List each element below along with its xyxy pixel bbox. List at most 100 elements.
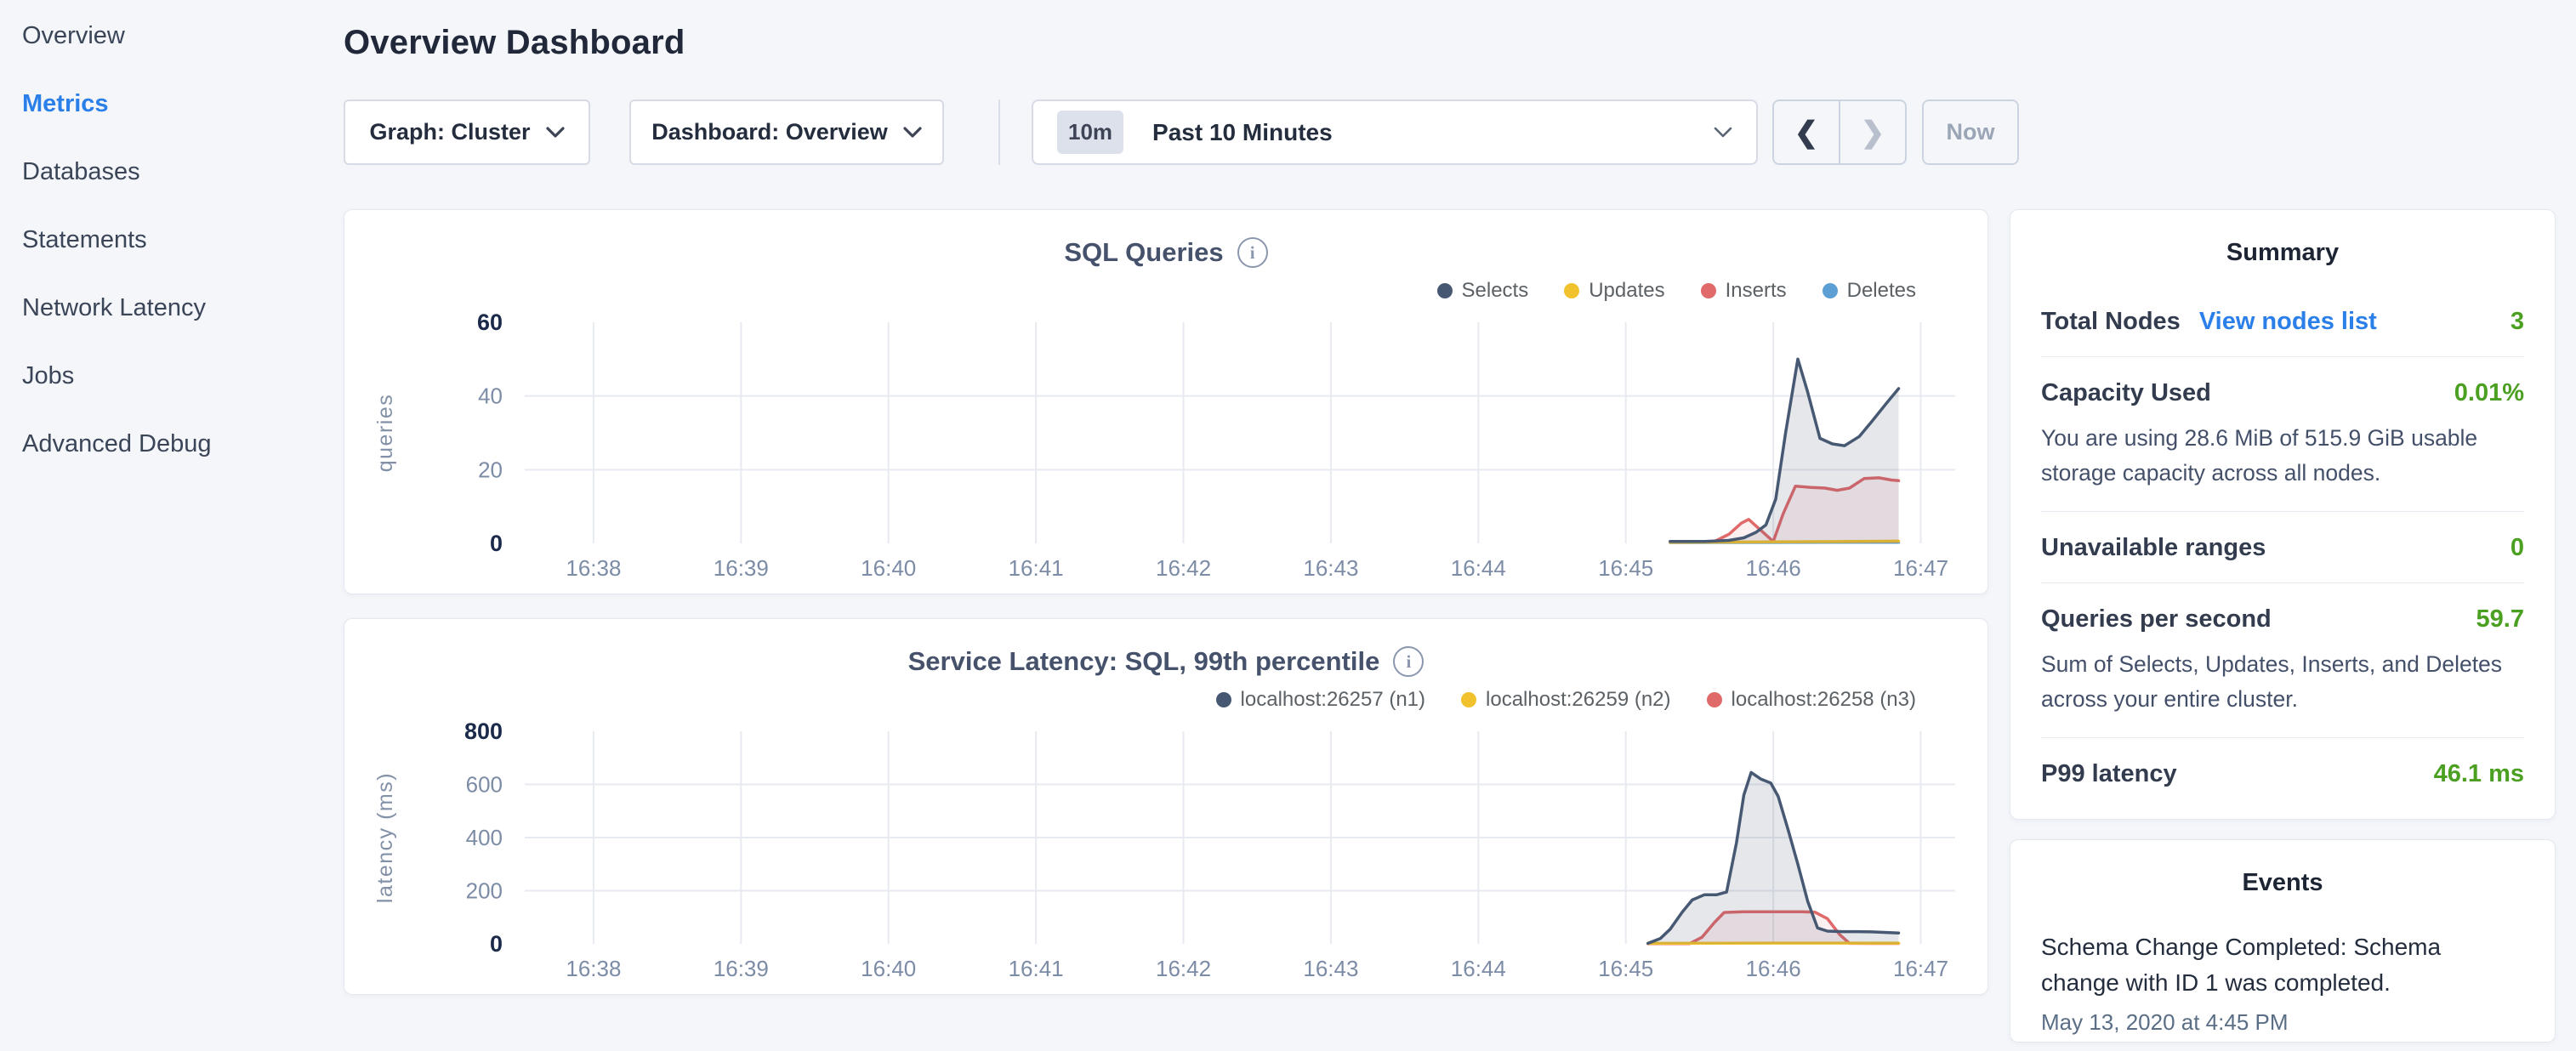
graph-dropdown[interactable]: Graph: Cluster <box>344 99 590 165</box>
summary-row-label: Capacity Used <box>2041 379 2211 407</box>
legend-label: Updates <box>1589 279 1664 303</box>
svg-text:16:42: 16:42 <box>1156 555 1211 581</box>
summary-row: Queries per second59.7Sum of Selects, Up… <box>2041 583 2524 738</box>
time-step-next-button[interactable]: ❯ <box>1840 101 1905 163</box>
svg-text:16:38: 16:38 <box>566 956 621 981</box>
time-window-badge: 10m <box>1057 111 1123 154</box>
info-icon[interactable]: i <box>1393 646 1424 677</box>
sidebar-item-databases[interactable]: Databases <box>22 138 344 206</box>
legend-dot-icon <box>1707 692 1722 707</box>
dashboard-dropdown[interactable]: Dashboard: Overview <box>629 99 944 165</box>
summary-row: Unavailable ranges0 <box>2041 512 2524 583</box>
time-step-buttons: ❮ ❯ <box>1772 99 1907 165</box>
svg-text:16:39: 16:39 <box>714 956 769 981</box>
service-latency-chart-card: Service Latency: SQL, 99th percentile i … <box>344 618 1988 995</box>
svg-text:16:46: 16:46 <box>1746 555 1801 581</box>
legend-label: Deletes <box>1847 279 1916 303</box>
events-panel: Events Schema Change Completed: Schema c… <box>2010 839 2556 1042</box>
main-content: Overview Dashboard Graph: Cluster Dashbo… <box>344 0 2576 1051</box>
chart-title: Service Latency: SQL, 99th percentile <box>908 646 1380 677</box>
summary-row: P99 latency 46.1 ms <box>2041 738 2524 809</box>
summary-row-value: 0.01% <box>2454 379 2524 407</box>
time-range-selector[interactable]: 10m Past 10 Minutes <box>1032 99 1758 165</box>
sidebar-item-metrics[interactable]: Metrics <box>22 70 344 138</box>
summary-row-value: 3 <box>2511 308 2524 336</box>
svg-text:40: 40 <box>478 383 503 409</box>
dashboard-dropdown-label: Dashboard: Overview <box>651 119 888 145</box>
legend-item[interactable]: Deletes <box>1823 279 1916 303</box>
svg-text:800: 800 <box>464 719 503 744</box>
legend-item[interactable]: localhost:26257 (n1) <box>1216 688 1425 712</box>
summary-heading: Summary <box>2041 239 2524 267</box>
view-nodes-list-link[interactable]: View nodes list <box>2199 308 2377 336</box>
svg-text:16:46: 16:46 <box>1746 956 1801 981</box>
legend-item[interactable]: localhost:26259 (n2) <box>1461 688 1670 712</box>
events-heading: Events <box>2041 869 2524 897</box>
svg-text:600: 600 <box>466 772 503 798</box>
sidebar-item-jobs[interactable]: Jobs <box>22 342 344 410</box>
svg-text:16:47: 16:47 <box>1893 555 1948 581</box>
page-title: Overview Dashboard <box>344 24 2556 62</box>
summary-row-description: You are using 28.6 MiB of 515.9 GiB usab… <box>2041 421 2524 491</box>
svg-text:400: 400 <box>466 825 503 850</box>
chart-svg: 16:3816:3916:4016:4116:4216:4316:4416:45… <box>355 309 1979 589</box>
summary-panel: Summary Total Nodes View nodes list 3 Capac… <box>2010 209 2556 820</box>
svg-text:16:38: 16:38 <box>566 555 621 581</box>
chart-title: SQL Queries <box>1064 237 1223 268</box>
event-timestamp: May 13, 2020 at 4:45 PM <box>2041 1009 2524 1036</box>
svg-text:0: 0 <box>490 531 503 556</box>
svg-text:16:40: 16:40 <box>861 555 916 581</box>
summary-row: Capacity Used 0.01% You are using 28.6 MiB… <box>2041 357 2524 512</box>
svg-text:16:44: 16:44 <box>1451 555 1506 581</box>
sidebar-item-network-latency[interactable]: Network Latency <box>22 274 344 342</box>
legend-dot-icon <box>1216 692 1231 707</box>
chevron-down-icon <box>546 127 565 139</box>
summary-row-description: Sum of Selects, Updates, Inserts, and De… <box>2041 647 2524 717</box>
sidebar-item-advanced-debug[interactable]: Advanced Debug <box>22 410 344 478</box>
legend-dot-icon <box>1564 283 1579 298</box>
events-list: Schema Change Completed: Schema change w… <box>2041 929 2524 1036</box>
legend-label: localhost:26259 (n2) <box>1486 688 1670 712</box>
svg-text:16:43: 16:43 <box>1303 555 1358 581</box>
event-text: Schema Change Completed: Schema change w… <box>2041 929 2524 1001</box>
svg-text:16:42: 16:42 <box>1156 956 1211 981</box>
legend-dot-icon <box>1823 283 1838 298</box>
time-step-prev-button[interactable]: ❮ <box>1774 101 1840 163</box>
chevron-down-icon <box>903 127 922 139</box>
legend-item[interactable]: localhost:26258 (n3) <box>1707 688 1916 712</box>
controls-row: Graph: Cluster Dashboard: Overview 10m P… <box>344 99 2556 165</box>
chart-plot[interactable]: 16:3816:3916:4016:4116:4216:4316:4416:45… <box>355 718 1977 994</box>
svg-text:200: 200 <box>466 878 503 904</box>
graph-dropdown-label: Graph: Cluster <box>369 119 530 145</box>
chevron-down-icon <box>1714 127 1732 139</box>
sql-queries-chart-card: SQL Queries i Selects Updates Inserts Delet… <box>344 209 1988 594</box>
svg-text:queries: queries <box>373 394 397 473</box>
sidebar-item-statements[interactable]: Statements <box>22 206 344 274</box>
summary-rows: Total Nodes View nodes list 3 Capacity Used… <box>2041 286 2524 809</box>
summary-row-value: 46.1 ms <box>2434 760 2524 788</box>
chart-plot[interactable]: 16:3816:3916:4016:4116:4216:4316:4416:45… <box>355 309 1977 594</box>
svg-text:16:44: 16:44 <box>1451 956 1506 981</box>
legend-label: localhost:26257 (n1) <box>1241 688 1425 712</box>
svg-text:16:47: 16:47 <box>1893 956 1948 981</box>
app-root: OverviewMetricsDatabasesStatementsNetwor… <box>0 0 2576 1051</box>
svg-text:16:40: 16:40 <box>861 956 916 981</box>
time-window-label: Past 10 Minutes <box>1152 119 1333 146</box>
legend-label: Selects <box>1462 279 1529 303</box>
chart-svg: 16:3816:3916:4016:4116:4216:4316:4416:45… <box>355 718 1979 990</box>
summary-row-label: Total Nodes <box>2041 308 2181 336</box>
summary-row-value: 0 <box>2511 534 2524 562</box>
info-icon[interactable]: i <box>1237 237 1268 268</box>
svg-text:16:41: 16:41 <box>1009 956 1064 981</box>
sidebar-item-overview[interactable]: Overview <box>22 2 344 70</box>
summary-row-label: P99 latency <box>2041 760 2177 788</box>
now-button[interactable]: Now <box>1922 99 2019 165</box>
legend-dot-icon <box>1461 692 1476 707</box>
chart-legend: Selects Updates Inserts Deletes <box>355 273 1977 309</box>
legend-item[interactable]: Selects <box>1437 279 1529 303</box>
legend-dot-icon <box>1701 283 1716 298</box>
svg-text:16:43: 16:43 <box>1303 956 1358 981</box>
legend-item[interactable]: Updates <box>1564 279 1664 303</box>
dashboard-content: SQL Queries i Selects Updates Inserts Delet… <box>344 209 2556 1042</box>
legend-item[interactable]: Inserts <box>1701 279 1787 303</box>
